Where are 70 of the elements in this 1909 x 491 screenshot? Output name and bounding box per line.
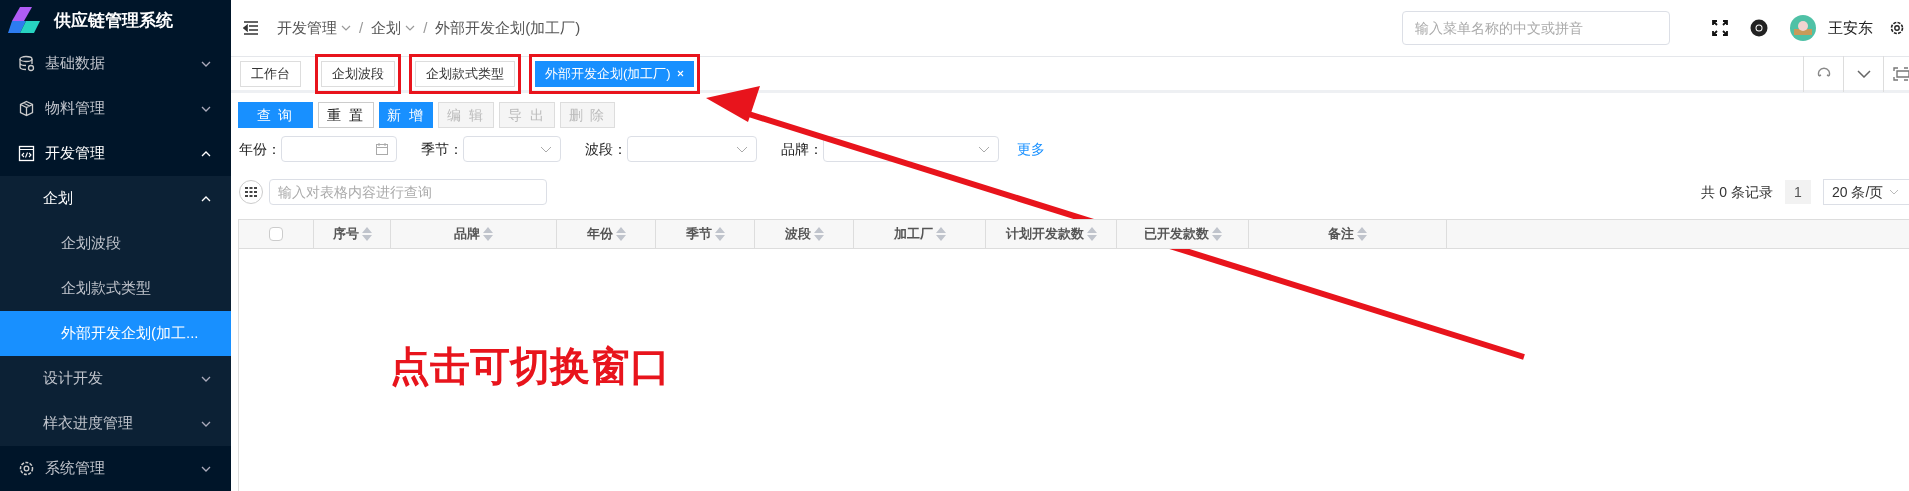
breadcrumb-separator: / [359,17,364,38]
sidebar-item[interactable]: 企划波段 [0,221,231,266]
record-count: 共 0 条记录 [1701,182,1773,202]
sort-icon[interactable] [1086,227,1097,241]
avatar-icon[interactable] [1790,15,1816,41]
filter-label: 年份： [239,139,281,159]
sidebar-item[interactable]: 基础数据 [0,41,231,86]
settings-icon[interactable] [1889,20,1905,36]
database-icon [18,55,35,72]
menu-search-field[interactable]: 输入菜单名称的中文或拼音 [1402,11,1670,45]
checkbox[interactable] [269,227,283,241]
chevron-down-icon [1889,189,1900,195]
sidebar-item[interactable]: 企划 [0,176,231,221]
breadcrumb-item[interactable]: 外部开发企划(加工厂) [435,16,581,40]
cube-icon [18,100,35,117]
sidebar-item[interactable]: 开发管理 [0,131,231,176]
date-field[interactable] [281,136,397,162]
chevron-down-icon [978,145,990,153]
app-title: 供应链管理系统 [54,9,173,32]
breadcrumb-separator: / [423,17,428,38]
calendar-icon [376,143,388,155]
page-number[interactable]: 1 [1785,180,1811,204]
toolbar-button[interactable]: 重 置 [318,102,374,128]
sort-icon[interactable] [813,227,824,241]
column-header[interactable]: 已开发款数 [1117,220,1249,248]
column-header[interactable]: 品牌 [391,220,557,248]
sort-icon[interactable] [935,227,946,241]
user-name[interactable]: 王安东 [1828,16,1873,40]
settings-icon [18,460,35,477]
select-field[interactable] [823,136,999,162]
select-field[interactable] [463,136,561,162]
sidebar-item[interactable]: 企划款式类型 [0,266,231,311]
chevron-down-icon [540,145,552,153]
sort-icon[interactable] [1211,227,1222,241]
chevron-down-icon [736,145,748,153]
tab[interactable]: 企划波段 [321,60,395,87]
column-header[interactable]: 序号 [314,220,391,248]
column-header[interactable]: 季节 [656,220,755,248]
sidebar-item[interactable]: 样衣进度管理 [0,401,231,446]
sort-icon[interactable] [714,227,725,241]
browser-icon[interactable] [1750,19,1768,37]
filter-label: 品牌： [781,139,823,159]
table-search-field[interactable]: 输入对表格内容进行查询 [269,179,547,205]
page-size-select[interactable]: 20 条/页 [1823,179,1909,205]
filter-label: 波段： [585,139,627,159]
sort-icon[interactable] [615,227,626,241]
sidebar-item[interactable]: 设计开发 [0,356,231,401]
select-field[interactable] [627,136,757,162]
code-window-icon [18,145,35,162]
column-header[interactable]: 年份 [557,220,656,248]
column-header[interactable]: 计划开发款数 [986,220,1117,248]
breadcrumb-item[interactable]: 企划 [371,16,402,40]
sort-icon[interactable] [361,227,372,241]
chevron-down-icon[interactable] [405,25,416,31]
fullscreen-icon[interactable] [1712,20,1728,36]
column-header[interactable]: 加工厂 [854,220,986,248]
breadcrumb-item[interactable]: 开发管理 [277,16,337,40]
annotation-text: 点击可切换窗口 [390,343,670,390]
maximize-icon[interactable] [1883,55,1909,92]
sidebar-item[interactable]: 物料管理 [0,86,231,131]
sort-icon[interactable] [483,227,493,241]
chevron-down-icon[interactable] [341,25,351,31]
close-icon[interactable] [676,70,684,77]
column-header[interactable]: 波段 [755,220,854,248]
sidebar-item[interactable]: 系统管理 [0,446,231,491]
tab[interactable]: 企划款式类型 [415,60,515,87]
sort-icon[interactable] [1357,227,1367,241]
column-header[interactable]: 备注 [1249,220,1447,248]
tab[interactable]: 工作台 [240,60,301,87]
filter-label: 季节： [421,139,463,159]
